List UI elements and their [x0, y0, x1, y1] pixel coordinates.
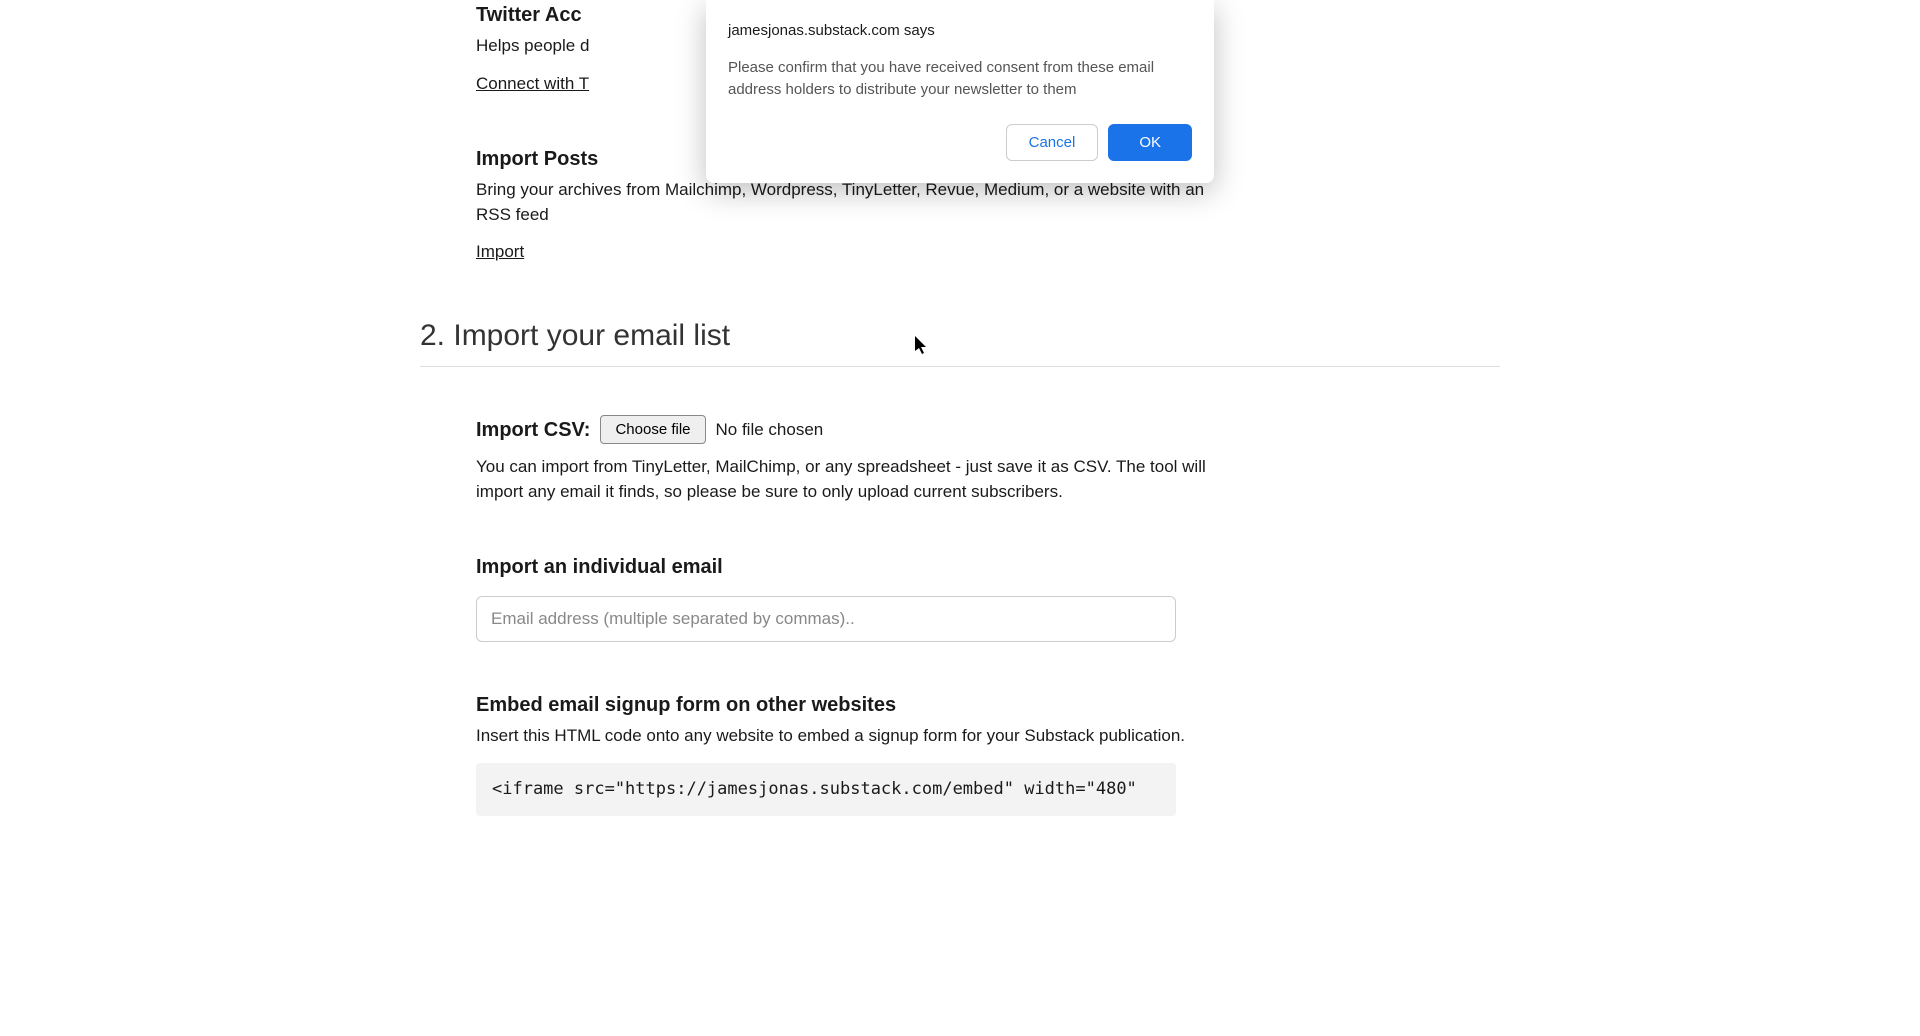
choose-file-button[interactable]: Choose file [600, 415, 705, 444]
embed-desc: Insert this HTML code onto any website t… [476, 724, 1236, 749]
import-csv-desc: You can import from TinyLetter, MailChim… [476, 455, 1236, 504]
import-individual-email-section: Import an individual email [476, 552, 1236, 690]
cancel-button[interactable]: Cancel [1006, 124, 1099, 161]
connect-twitter-link[interactable]: Connect with T [476, 74, 589, 93]
import-email-heading: Import an individual email [476, 552, 1236, 582]
import-csv-label: Import CSV: [476, 415, 590, 445]
import-posts-link[interactable]: Import [476, 242, 524, 261]
confirm-dialog: jamesjonas.substack.com says Please conf… [706, 0, 1214, 183]
email-address-input[interactable] [476, 596, 1176, 642]
dialog-button-row: Cancel OK [728, 124, 1192, 161]
dialog-title: jamesjonas.substack.com says [728, 20, 1192, 43]
step-2-heading: 2. Import your email list [420, 313, 1500, 358]
embed-heading: Embed email signup form on other website… [476, 690, 1236, 720]
import-csv-section: Import CSV: Choose file No file chosen Y… [476, 415, 1236, 504]
embed-code-block[interactable]: <iframe src="https://jamesjonas.substack… [476, 763, 1176, 817]
ok-button[interactable]: OK [1108, 124, 1192, 161]
step-divider [420, 366, 1500, 367]
import-posts-desc: Bring your archives from Mailchimp, Word… [476, 178, 1236, 227]
file-status-text: No file chosen [716, 417, 824, 443]
dialog-message: Please confirm that you have received co… [728, 57, 1192, 102]
embed-signup-section: Embed email signup form on other website… [476, 690, 1236, 816]
